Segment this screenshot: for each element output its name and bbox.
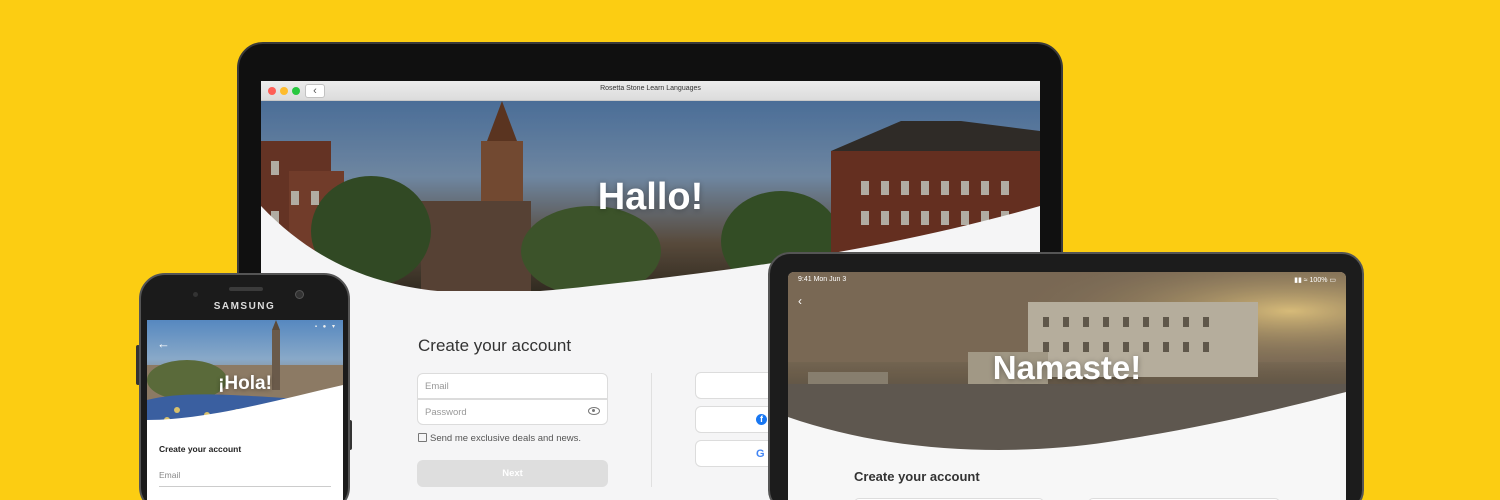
eye-icon[interactable] [588, 407, 600, 415]
tablet-hero-greeting: Namaste! [992, 349, 1142, 386]
newsletter-checkbox[interactable] [418, 433, 427, 442]
phone-speaker [229, 287, 263, 291]
tablet-screen: 9:41 Mon Jun 3 ▮▮ ≈ 100% ▭ ‹ Namaste! Cr… [788, 272, 1346, 500]
tablet-status-battery: ▮▮ ≈ 100% ▭ [1294, 277, 1336, 284]
tablet-form-title: Create your account [854, 469, 980, 484]
phone-email-placeholder: Email [159, 470, 181, 480]
phone-form-title: Create your account [159, 444, 242, 454]
password-placeholder: Password [425, 407, 467, 418]
tablet-hero-image: 9:41 Mon Jun 3 ▮▮ ≈ 100% ▭ ‹ Namaste! [788, 272, 1346, 457]
window-title: Rosetta Stone Learn Languages [600, 85, 701, 92]
newsletter-label: Send me exclusive deals and news. [430, 433, 582, 444]
phone-hero-greeting: ¡Hola! [218, 373, 272, 394]
email-placeholder: Email [425, 381, 449, 392]
chevron-left-icon[interactable]: ‹ [798, 294, 802, 308]
phone-status-icons: ▪ ● ▾ [314, 324, 337, 330]
phone-camera [295, 290, 304, 299]
tablet-status-time: 9:41 Mon Jun 3 [798, 276, 847, 283]
phone-email-field[interactable]: Email [159, 470, 331, 487]
google-icon: G [756, 448, 765, 460]
phone-device: SAMSUNG ▪ ● ▾ ← ¡Hola! Create your accou… [139, 273, 350, 500]
tablet-device: 9:41 Mon Jun 3 ▮▮ ≈ 100% ▭ ‹ Namaste! Cr… [768, 252, 1364, 500]
phone-brand-logo: SAMSUNG [213, 301, 276, 312]
next-button[interactable]: Next [417, 460, 608, 487]
phone-sensor [193, 292, 198, 297]
back-arrow-icon[interactable]: ← [157, 336, 170, 351]
phone-screen: ▪ ● ▾ ← ¡Hola! Create your account Email [147, 320, 343, 500]
form-title: Create your account [418, 336, 572, 355]
phone-hero-image: ▪ ● ▾ ← ¡Hola! [147, 320, 343, 432]
password-field[interactable]: Password [417, 399, 608, 425]
hero-greeting: Hallo! [597, 176, 704, 218]
newsletter-checkbox-row[interactable]: Send me exclusive deals and news. [418, 433, 581, 444]
facebook-icon: f [756, 414, 767, 425]
window-titlebar: ‹ Rosetta Stone Learn Languages [261, 81, 1040, 101]
email-field[interactable]: Email [417, 373, 608, 399]
divider [651, 373, 652, 487]
